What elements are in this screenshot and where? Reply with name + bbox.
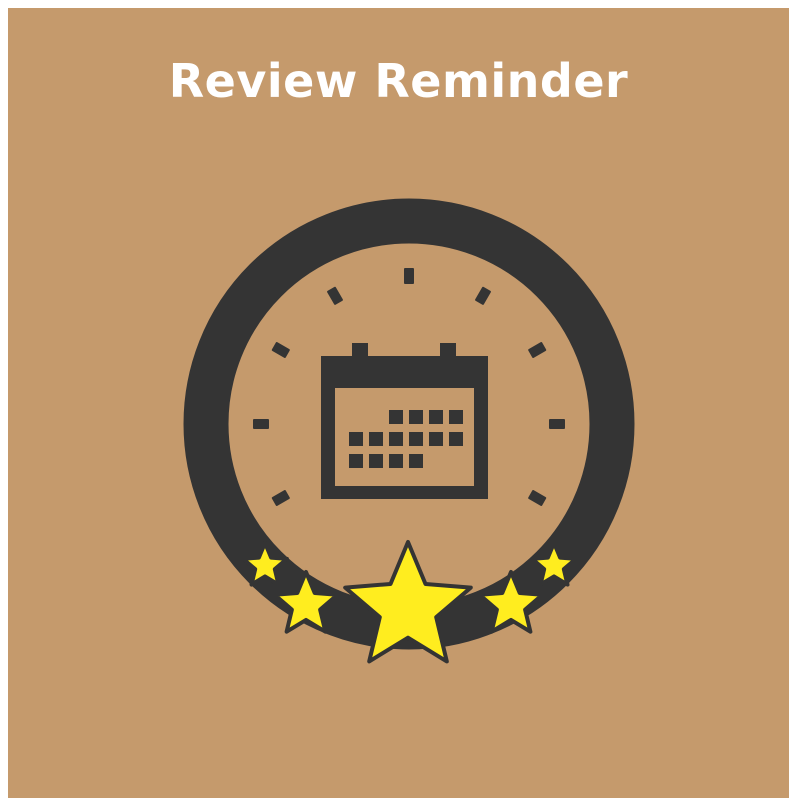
calendar-day-cell [449, 410, 463, 424]
calendar-day-cell [409, 432, 423, 446]
clock-tick [271, 342, 290, 358]
review-reminder-emblem [183, 198, 635, 664]
calendar-day-cell [349, 432, 363, 446]
clock-tick [528, 490, 547, 506]
calendar-day-cell [409, 454, 423, 468]
calendar-day-cell [429, 410, 443, 424]
clock-tick [404, 268, 414, 284]
calendar-day-cell [389, 454, 403, 468]
clock-tick [327, 286, 343, 305]
clock-tick [549, 419, 565, 429]
product-banner: Review Reminder [8, 8, 789, 798]
calendar-day-cell [409, 410, 423, 424]
calendar-day-cell [369, 432, 383, 446]
calendar-day-cell [449, 432, 463, 446]
clock-tick [475, 286, 491, 305]
calendar-icon [321, 343, 488, 499]
clock-tick [253, 419, 269, 429]
calendar-day-cell [369, 454, 383, 468]
calendar-day-cell [429, 432, 443, 446]
calendar-day-cell [389, 432, 403, 446]
clock-tick [528, 342, 547, 358]
calendar-day-cell [349, 454, 363, 468]
clock-tick [271, 490, 290, 506]
calendar-day-cell [389, 410, 403, 424]
